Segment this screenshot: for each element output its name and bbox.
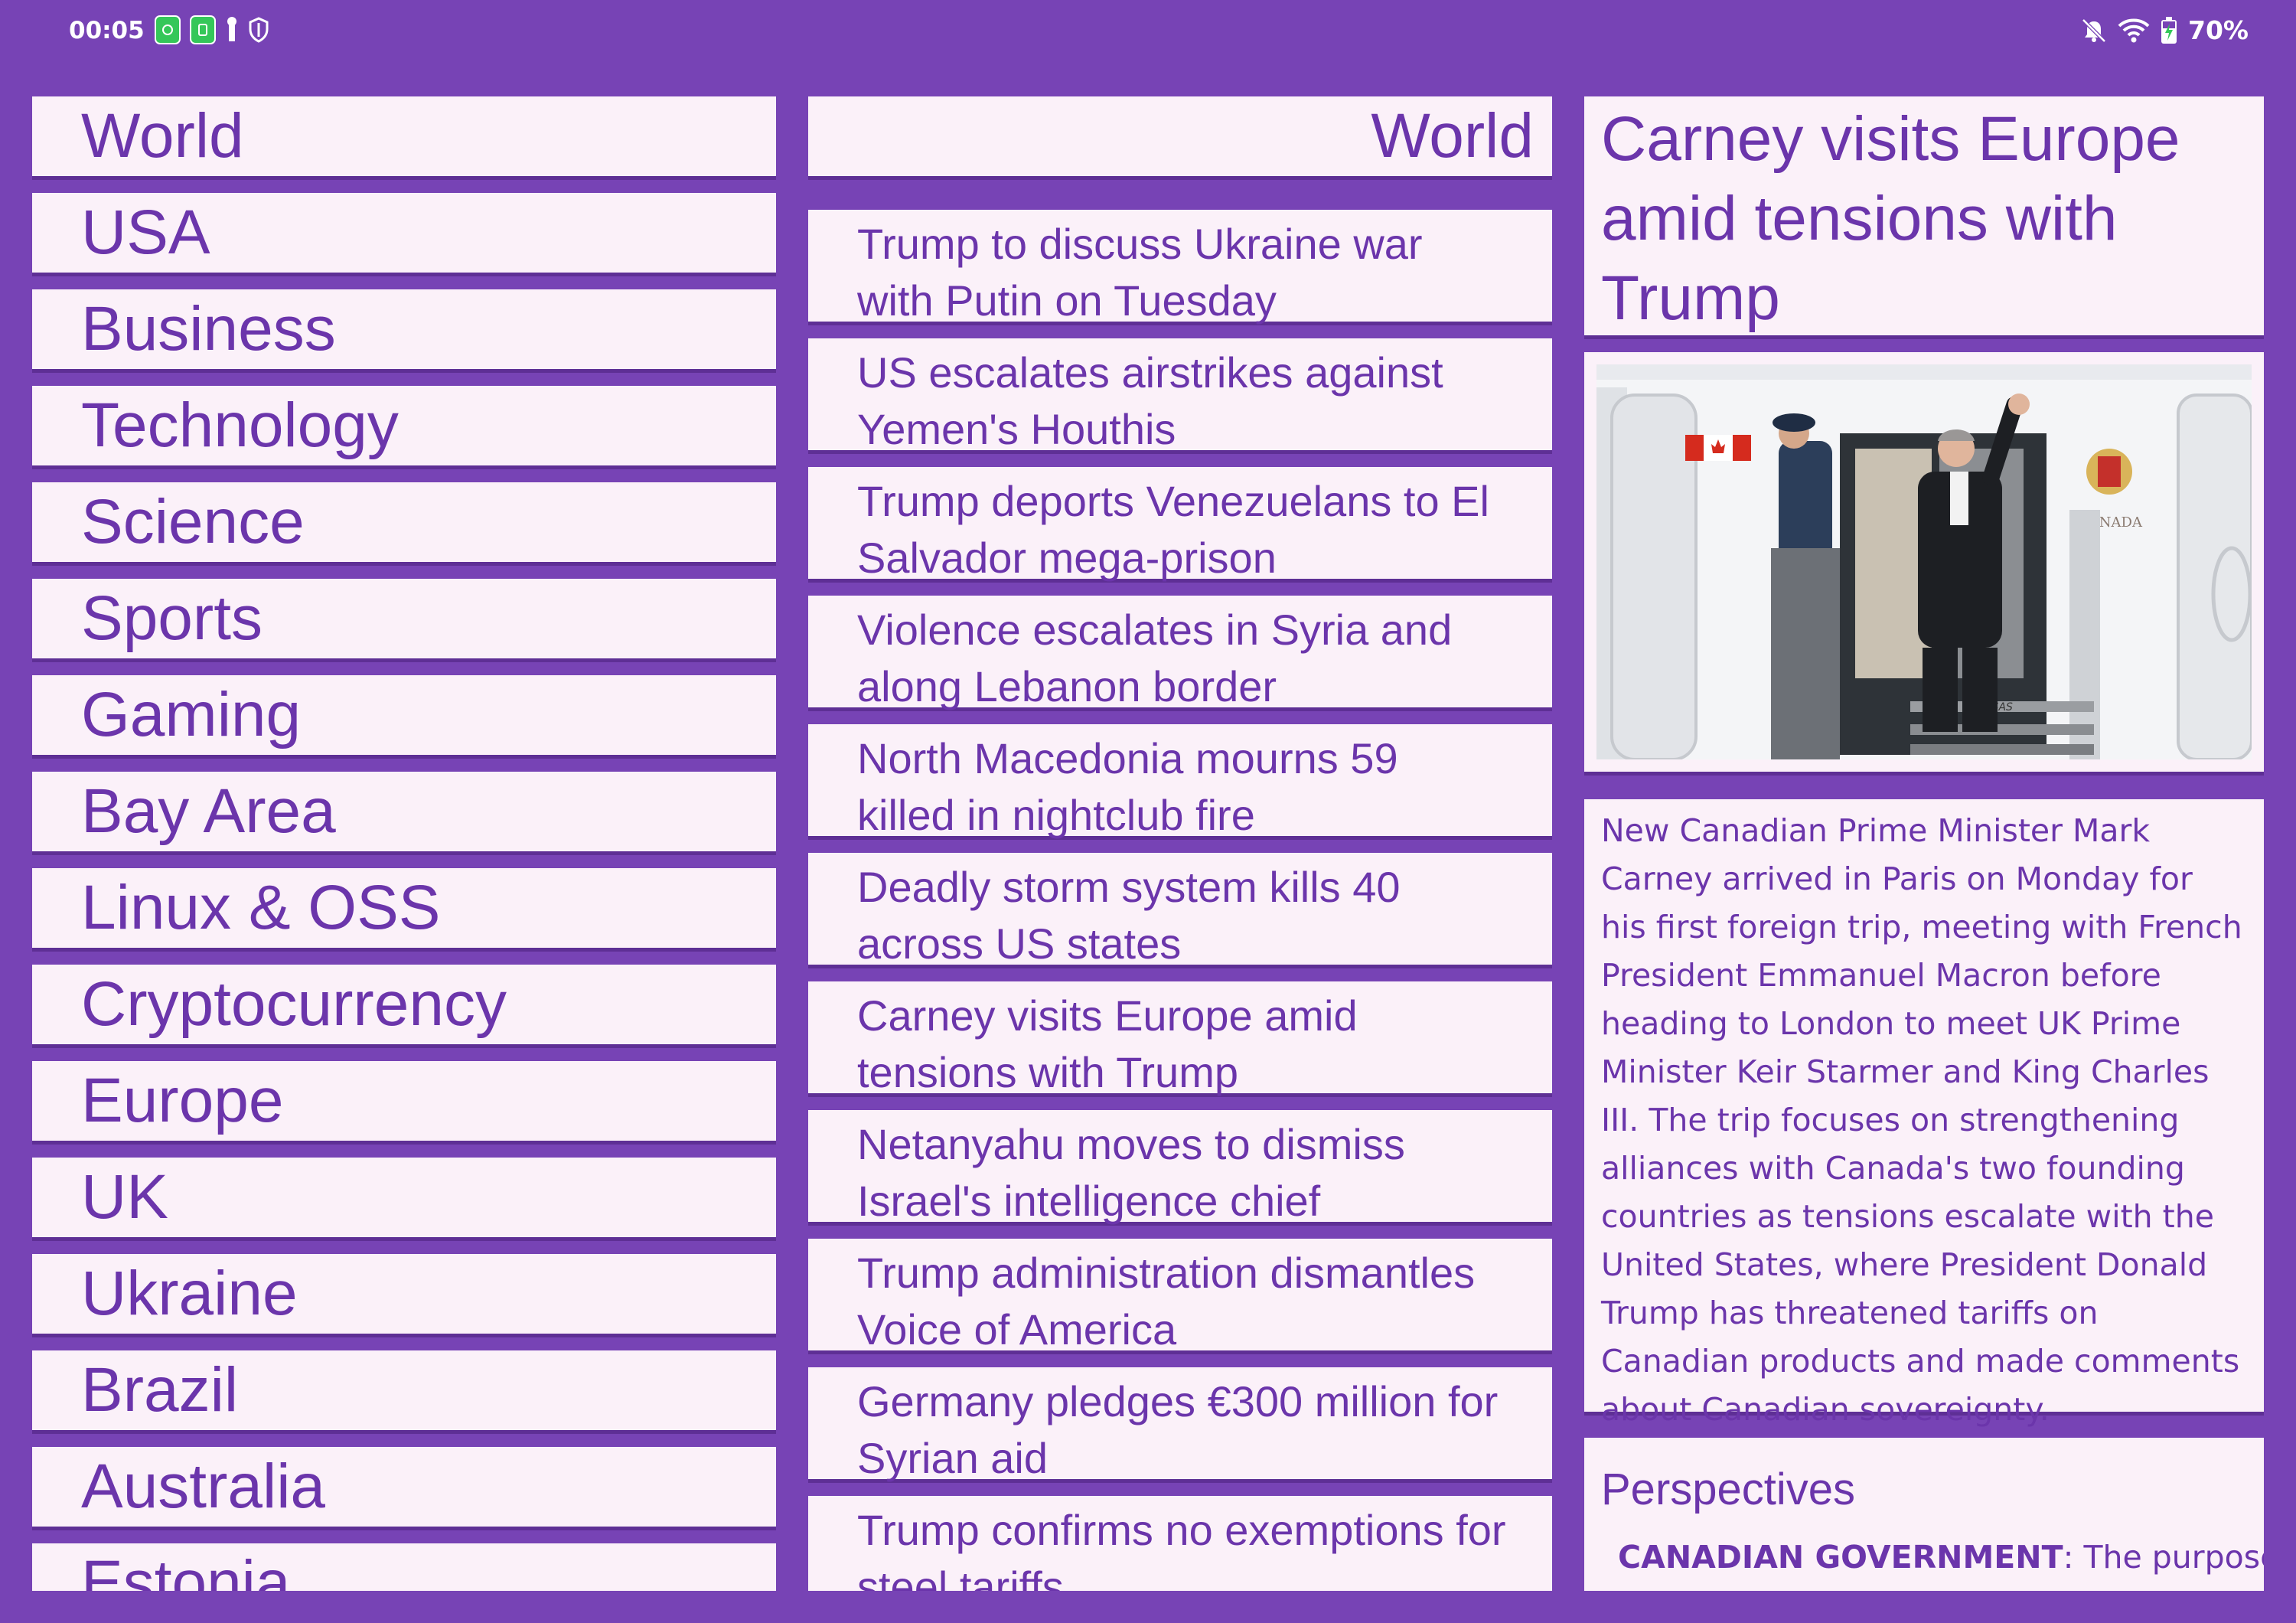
shield-icon: [249, 17, 269, 43]
category-header: World: [808, 96, 1552, 176]
aircraft-photo-illustration: CANADA TSAS: [1596, 364, 2252, 759]
system-icons: 70%: [2081, 15, 2249, 45]
perspective-source: CANADIAN GOVERNMENT: [1618, 1539, 2063, 1576]
story-item[interactable]: Trump confirms no exemptions for steel t…: [808, 1496, 1552, 1591]
notification-icons: [155, 15, 269, 44]
battery-charging-icon: [2161, 16, 2177, 44]
story-item[interactable]: Netanyahu moves to dismiss Israel's inte…: [808, 1110, 1552, 1225]
story-image-card: CANADA TSAS: [1584, 352, 2264, 772]
upload-app-icon: [155, 15, 181, 44]
perspective-text: : The purpose of: [2063, 1539, 2264, 1576]
perspective-item[interactable]: CANADIAN GOVERNMENT: The purpose of: [1601, 1534, 2264, 1580]
perspectives-title: Perspectives: [1601, 1465, 1856, 1514]
status-time: 00:05: [69, 17, 145, 44]
story-item[interactable]: Germany pledges €300 million for Syrian …: [808, 1367, 1552, 1482]
story-item[interactable]: Violence escalates in Syria and along Le…: [808, 596, 1552, 710]
wifi-icon: [2118, 18, 2150, 42]
nav-item-world[interactable]: World: [32, 96, 776, 176]
nav-item-gaming[interactable]: Gaming: [32, 675, 776, 755]
nav-item-business[interactable]: Business: [32, 289, 776, 369]
story-item-selected[interactable]: Carney visits Europe amid tensions with …: [808, 981, 1552, 1096]
nav-item-europe[interactable]: Europe: [32, 1061, 776, 1141]
nav-item-ukraine[interactable]: Ukraine: [32, 1254, 776, 1334]
story-title: Carney visits Europe amid tensions with …: [1584, 96, 2264, 335]
battery-percent: 70%: [2188, 15, 2249, 45]
nav-item-brazil[interactable]: Brazil: [32, 1350, 776, 1430]
perspectives-section: Perspectives CANADIAN GOVERNMENT: The pu…: [1584, 1438, 2264, 1591]
nav-item-linux-oss[interactable]: Linux & OSS: [32, 868, 776, 948]
nav-item-sports[interactable]: Sports: [32, 579, 776, 658]
nav-item-usa[interactable]: USA: [32, 193, 776, 273]
keyhole-icon: [225, 17, 239, 43]
story-detail[interactable]: Carney visits Europe amid tensions with …: [1584, 96, 2264, 1591]
nav-item-technology[interactable]: Technology: [32, 386, 776, 465]
nav-item-uk[interactable]: UK: [32, 1158, 776, 1237]
nav-item-science[interactable]: Science: [32, 482, 776, 562]
category-list[interactable]: World USA Business Technology Science Sp…: [32, 96, 776, 1591]
sim-app-icon: [190, 15, 216, 44]
story-item[interactable]: Trump deports Venezuelans to El Salvador…: [808, 467, 1552, 582]
nav-item-cryptocurrency[interactable]: Cryptocurrency: [32, 965, 776, 1044]
status-bar: 00:05 70%: [0, 0, 2296, 64]
story-item[interactable]: US escalates airstrikes against Yemen's …: [808, 338, 1552, 453]
story-item[interactable]: Trump administration dismantles Voice of…: [808, 1239, 1552, 1354]
headline-list[interactable]: World Trump to discuss Ukraine war with …: [808, 96, 1552, 1591]
bell-off-icon: [2082, 18, 2106, 43]
story-photo: CANADA TSAS: [1596, 364, 2252, 759]
nav-item-estonia[interactable]: Estonia: [32, 1543, 776, 1591]
story-item[interactable]: Trump to discuss Ukraine war with Putin …: [808, 210, 1552, 325]
story-item[interactable]: Deadly storm system kills 40 across US s…: [808, 853, 1552, 968]
story-summary: New Canadian Prime Minister Mark Carney …: [1584, 799, 2264, 1428]
nav-item-bay-area[interactable]: Bay Area: [32, 772, 776, 851]
story-item[interactable]: North Macedonia mourns 59 killed in nigh…: [808, 724, 1552, 839]
nav-item-australia[interactable]: Australia: [32, 1447, 776, 1527]
